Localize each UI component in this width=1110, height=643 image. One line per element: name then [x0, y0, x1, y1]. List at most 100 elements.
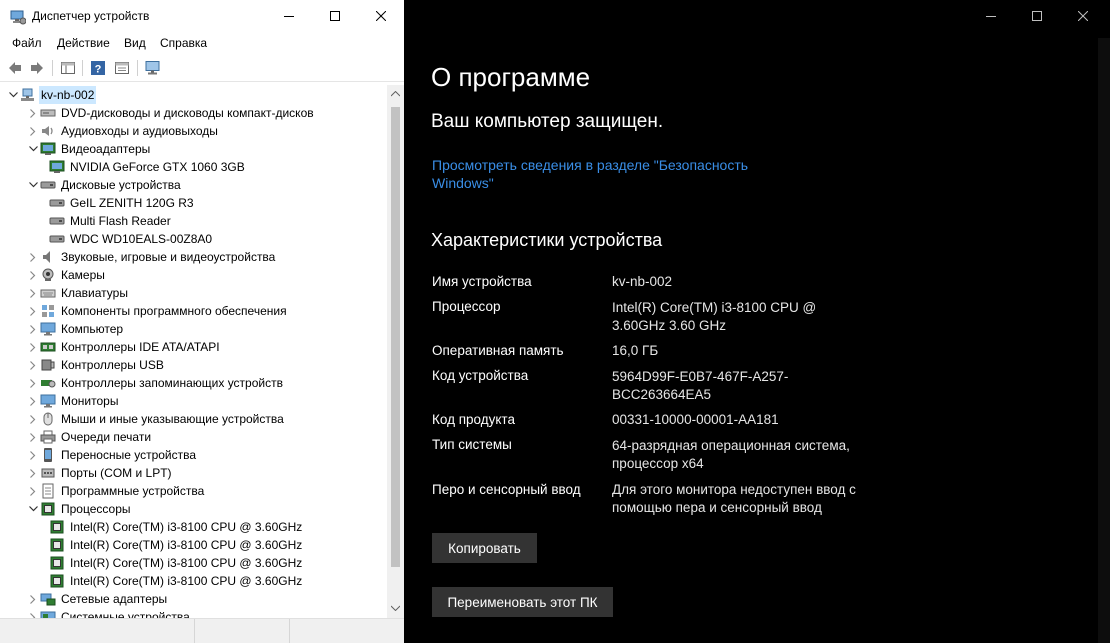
portable-device-icon	[40, 447, 56, 463]
tree-category-item[interactable]: Очереди печати	[26, 428, 151, 446]
expand-toggle[interactable]	[26, 284, 40, 302]
tree-device-item[interactable]: NVIDIA GeForce GTX 1060 3GB	[46, 158, 245, 176]
collapse-toggle[interactable]	[26, 140, 40, 158]
expand-toggle[interactable]	[26, 446, 40, 464]
tree-root-item[interactable]: kv-nb-002	[6, 86, 97, 104]
tree-device-item[interactable]: Intel(R) Core(TM) i3-8100 CPU @ 3.60GHz	[46, 554, 302, 572]
spec-label-processor: Процессор	[432, 299, 501, 314]
expand-toggle[interactable]	[26, 122, 40, 140]
about-maximize-button[interactable]	[1014, 0, 1060, 32]
back-button[interactable]	[5, 58, 25, 78]
tree-category-item[interactable]: Камеры	[26, 266, 105, 284]
close-button[interactable]	[358, 0, 404, 32]
about-close-button[interactable]	[1060, 0, 1106, 32]
tree-category-item[interactable]: Компьютер	[26, 320, 123, 338]
device-manager-titlebar[interactable]: Диспетчер устройств	[0, 0, 404, 32]
expand-toggle[interactable]	[26, 392, 40, 410]
expand-toggle[interactable]	[26, 410, 40, 428]
processor-icon	[49, 555, 65, 571]
copy-button[interactable]: Копировать	[432, 533, 537, 563]
tree-device-item[interactable]: Intel(R) Core(TM) i3-8100 CPU @ 3.60GHz	[46, 536, 302, 554]
expand-toggle[interactable]	[26, 428, 40, 446]
tree-device-item[interactable]: Intel(R) Core(TM) i3-8100 CPU @ 3.60GHz	[46, 572, 302, 590]
expand-toggle[interactable]	[26, 356, 40, 374]
tree-category-item[interactable]: Контроллеры запоминающих устройств	[26, 374, 283, 392]
expand-toggle[interactable]	[26, 482, 40, 500]
processor-icon	[40, 501, 56, 517]
expand-toggle[interactable]	[26, 374, 40, 392]
chevron-right-icon	[30, 414, 36, 424]
spec-value-device-name: kv-nb-002	[612, 274, 673, 289]
expand-toggle[interactable]	[26, 302, 40, 320]
printer-icon	[40, 429, 56, 445]
collapse-toggle[interactable]	[6, 86, 20, 104]
tree-item-label: WDC WD10EALS-00Z8A0	[70, 232, 213, 246]
tree-category-item[interactable]: Видеоадаптеры	[26, 140, 150, 158]
tree-item-label: Мониторы	[61, 394, 119, 408]
scan-hardware-button[interactable]	[143, 58, 163, 78]
about-minimize-button[interactable]	[968, 0, 1014, 32]
spec-label-product-id: Код продукта	[432, 412, 515, 427]
device-manager-app-icon	[10, 9, 27, 25]
tree-category-item[interactable]: Сетевые адаптеры	[26, 590, 167, 608]
chevron-down-icon	[8, 92, 18, 98]
expand-toggle[interactable]	[26, 248, 40, 266]
tree-category-item[interactable]: Переносные устройства	[26, 446, 196, 464]
tree-category-item[interactable]: Порты (COM и LPT)	[26, 464, 172, 482]
expand-toggle[interactable]	[26, 464, 40, 482]
expand-toggle[interactable]	[26, 590, 40, 608]
storage-controller-icon	[40, 375, 56, 391]
expand-toggle[interactable]	[26, 338, 40, 356]
security-details-link[interactable]: Просмотреть сведения в разделе "Безопасн…	[432, 156, 772, 192]
disk-icon	[49, 195, 65, 211]
tree-category-item[interactable]: Компоненты программного обеспечения	[26, 302, 287, 320]
chevron-right-icon	[30, 468, 36, 478]
collapse-toggle[interactable]	[26, 500, 40, 518]
help-button[interactable]: ?	[88, 58, 108, 78]
expand-toggle[interactable]	[26, 104, 40, 122]
tree-category-item[interactable]: DVD-дисководы и дисководы компакт-дисков	[26, 104, 314, 122]
menu-action[interactable]: Действие	[57, 36, 110, 50]
tree-category-item[interactable]: Звуковые, игровые и видеоустройства	[26, 248, 275, 266]
scrollbar-thumb[interactable]	[391, 107, 400, 567]
tree-category-item[interactable]: Аудиовходы и аудиовыходы	[26, 122, 218, 140]
maximize-button[interactable]	[312, 0, 358, 32]
show-hide-console-tree-button[interactable]	[58, 58, 78, 78]
tree-device-item[interactable]: Intel(R) Core(TM) i3-8100 CPU @ 3.60GHz	[46, 518, 302, 536]
expand-toggle[interactable]	[26, 266, 40, 284]
expand-toggle[interactable]	[26, 320, 40, 338]
chevron-right-icon	[30, 306, 36, 316]
collapse-toggle[interactable]	[26, 176, 40, 194]
tree-category-item[interactable]: Мониторы	[26, 392, 118, 410]
tree-device-item[interactable]: WDC WD10EALS-00Z8A0	[46, 230, 212, 248]
expand-toggle[interactable]	[26, 608, 40, 618]
tree-item-label: Контроллеры USB	[61, 358, 164, 372]
tree-category-item[interactable]: Контроллеры IDE ATA/ATAPI	[26, 338, 220, 356]
tree-item-label: NVIDIA GeForce GTX 1060 3GB	[70, 160, 245, 174]
minimize-button[interactable]	[266, 0, 312, 32]
rename-pc-button[interactable]: Переименовать этот ПК	[432, 587, 613, 617]
scroll-down-icon	[391, 605, 400, 611]
tree-device-item[interactable]: Multi Flash Reader	[46, 212, 171, 230]
toolbar: ?	[0, 55, 404, 82]
chevron-right-icon	[30, 360, 36, 370]
tree-category-item[interactable]: Процессоры	[26, 500, 131, 518]
menu-view[interactable]: Вид	[124, 36, 146, 50]
tree-category-item[interactable]: Дисковые устройства	[26, 176, 181, 194]
tree-category-item[interactable]: Системные устройства	[26, 608, 190, 618]
device-tree[interactable]: kv-nb-002 DVD-дисководы и дисководы компа…	[0, 85, 387, 618]
chevron-right-icon	[30, 108, 36, 118]
forward-button[interactable]	[27, 58, 47, 78]
tree-category-item[interactable]: Клавиатуры	[26, 284, 128, 302]
spec-value-device-id: 5964D99F-E0B7-467F-A257-BCC263664EA5	[612, 369, 789, 402]
spec-label-device-name: Имя устройства	[432, 274, 532, 289]
tree-vertical-scrollbar[interactable]	[387, 85, 404, 618]
menu-file[interactable]: Файл	[12, 36, 42, 50]
properties-button[interactable]	[112, 58, 132, 78]
tree-device-item[interactable]: GeIL ZENITH 120G R3	[46, 194, 194, 212]
tree-category-item[interactable]: Мыши и иные указывающие устройства	[26, 410, 284, 428]
tree-category-item[interactable]: Контроллеры USB	[26, 356, 164, 374]
menu-bar: Файл Действие Вид Справка	[0, 33, 404, 53]
tree-category-item[interactable]: Программные устройства	[26, 482, 204, 500]
menu-help[interactable]: Справка	[160, 36, 207, 50]
